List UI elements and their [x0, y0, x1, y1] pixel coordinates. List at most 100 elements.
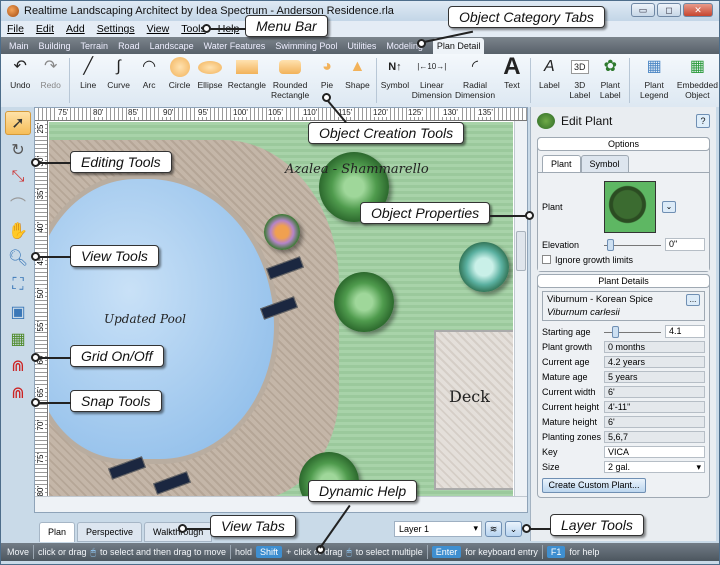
plant-details-header[interactable]: Plant Details	[537, 274, 710, 288]
ruler-tick-label: 80'	[36, 486, 45, 497]
field-value: 5 years	[604, 370, 705, 383]
menu-view[interactable]: View	[147, 23, 170, 35]
tab-swimming-pool[interactable]: Swimming Pool	[275, 41, 337, 54]
callout-layer-tools: Layer Tools	[550, 514, 644, 536]
text-tool[interactable]: A Text	[497, 54, 527, 107]
tab-water-features[interactable]: Water Features	[204, 41, 266, 54]
plant-label-tool[interactable]: ✿ Plant Label	[595, 54, 625, 107]
snap-tool[interactable]: ⋒	[5, 354, 31, 378]
tab-plant[interactable]: Plant	[542, 155, 581, 172]
plant-dropdown-button[interactable]: ⌄	[662, 201, 676, 213]
starting-age-input[interactable]: 4.1	[665, 325, 705, 338]
browse-plant-button[interactable]: ...	[686, 294, 700, 306]
key-input[interactable]: VICA	[604, 445, 705, 458]
shape-tool[interactable]: ▲ Shape	[342, 54, 372, 107]
shift-key-badge: Shift	[256, 546, 283, 558]
help-button[interactable]: ?	[696, 114, 710, 128]
layer-manager-button[interactable]: ≋	[485, 521, 502, 537]
app-icon	[7, 5, 19, 17]
window-title: Realtime Landscaping Architect by Idea S…	[24, 5, 394, 17]
layer-menu-button[interactable]: ⌄	[505, 521, 522, 537]
plant-label-icon: ✿	[603, 58, 617, 75]
shrub-plant[interactable]	[459, 242, 509, 292]
ignore-growth-row: Ignore growth limits	[538, 252, 709, 267]
minimize-button[interactable]: ▭	[631, 3, 655, 17]
tab-main[interactable]: Main	[9, 41, 29, 54]
plant-label-azalea[interactable]: Azalea - Shammarello	[285, 162, 429, 177]
menu-edit[interactable]: Edit	[36, 23, 54, 35]
shrub-plant[interactable]	[264, 214, 300, 250]
horizontal-scrollbar[interactable]	[35, 496, 527, 512]
create-custom-plant-button[interactable]: Create Custom Plant...	[542, 478, 646, 493]
tree-plant[interactable]	[334, 272, 394, 332]
scroll-thumb[interactable]	[516, 231, 526, 271]
rectangle-tool[interactable]: Rectangle	[225, 54, 268, 107]
arc-tool[interactable]: ◠ Arc	[134, 54, 164, 107]
deck[interactable]	[434, 330, 513, 490]
callout-leader	[39, 402, 71, 404]
symbol-tool[interactable]: N↑ Symbol	[380, 54, 410, 107]
tab-perspective[interactable]: Perspective	[77, 522, 143, 542]
tab-plan-detail[interactable]: Plan Detail	[432, 38, 485, 54]
edit-curve-icon: ⌒	[9, 198, 26, 215]
menu-add[interactable]: Add	[66, 23, 85, 35]
label-tool[interactable]: A Label	[534, 54, 564, 107]
curve-tool[interactable]: ∫ Curve	[103, 54, 133, 107]
tab-utilities[interactable]: Utilities	[347, 41, 376, 54]
elevation-slider[interactable]	[604, 238, 661, 251]
pool-label[interactable]: Updated Pool	[104, 312, 186, 326]
tab-symbol[interactable]: Symbol	[580, 155, 629, 172]
snap-options-tool[interactable]: ⋒	[5, 381, 31, 405]
elevation-input[interactable]: 0"	[665, 238, 705, 251]
close-button[interactable]: ✕	[683, 3, 713, 17]
select-tool[interactable]: ➚	[5, 111, 31, 135]
ellipse-tool[interactable]: Ellipse	[195, 54, 225, 107]
size-select[interactable]: 2 gal. ▾	[604, 460, 705, 473]
tab-landscape[interactable]: Landscape	[150, 41, 194, 54]
circle-icon	[169, 54, 190, 80]
tab-road[interactable]: Road	[118, 41, 140, 54]
tab-terrain[interactable]: Terrain	[81, 41, 109, 54]
3d-label-tool[interactable]: 3D 3D Label	[565, 54, 595, 107]
ruler-tick-label: 125'	[407, 108, 424, 117]
plant-thumbnail[interactable]	[604, 181, 656, 233]
ruler-tick-label: 35'	[36, 189, 45, 200]
edit-curve-tool[interactable]: ⌒	[5, 192, 31, 216]
field-row: Current height 4'-11"	[538, 399, 709, 414]
circle-tool[interactable]: Circle	[164, 54, 194, 107]
zoom-tool[interactable]: 🔍︎	[5, 246, 31, 270]
rotate-tool[interactable]: ↻	[5, 138, 31, 162]
layer-select[interactable]: Layer 1	[394, 521, 482, 537]
plant-details-group: Plant Details Viburnum - Korean Spice Vi…	[537, 274, 710, 498]
radial-dimension-tool[interactable]: ◜ Radial Dimension	[453, 54, 496, 107]
rounded-rectangle-tool[interactable]: Rounded Rectangle	[269, 54, 312, 107]
tab-building[interactable]: Building	[39, 41, 71, 54]
callout-leader	[186, 528, 211, 530]
slider-knob[interactable]	[606, 238, 614, 251]
resize-tool[interactable]: ⤡	[5, 165, 31, 189]
mouse-icon: 🖱︎	[90, 546, 96, 557]
grid-toggle[interactable]: ▦	[5, 327, 31, 351]
tab-plan[interactable]: Plan	[39, 522, 76, 542]
undo-button[interactable]: ↶ Undo	[5, 54, 35, 107]
menu-settings[interactable]: Settings	[97, 23, 135, 35]
site-plan[interactable]: Azalea - Shammarello Updated Pool Deck	[49, 122, 513, 496]
linear-dimension-tool[interactable]: |←10→| Linear Dimension	[410, 54, 453, 107]
starting-age-slider[interactable]	[604, 325, 661, 338]
menu-file[interactable]: File	[7, 23, 24, 35]
zoom-extents-tool[interactable]: ⛶	[5, 273, 31, 297]
plant-legend-tool[interactable]: ▦ Plant Legend	[633, 54, 676, 107]
pan-tool[interactable]: ✋	[5, 219, 31, 243]
zoom-window-tool[interactable]: ▣	[5, 300, 31, 324]
maximize-button[interactable]: ◻	[657, 3, 681, 17]
options-header[interactable]: Options	[537, 137, 710, 151]
embedded-object-tool[interactable]: ▦ Embedded Object	[676, 54, 719, 107]
line-tool[interactable]: ╱ Line	[73, 54, 103, 107]
f1-key-badge: F1	[546, 546, 566, 558]
ignore-growth-checkbox[interactable]	[542, 255, 551, 264]
field-label: Mature age	[542, 371, 588, 382]
redo-button[interactable]: ↷ Redo	[35, 54, 65, 107]
vertical-scrollbar[interactable]	[514, 121, 527, 496]
deck-label[interactable]: Deck	[449, 387, 490, 406]
slider-knob[interactable]	[612, 325, 620, 338]
